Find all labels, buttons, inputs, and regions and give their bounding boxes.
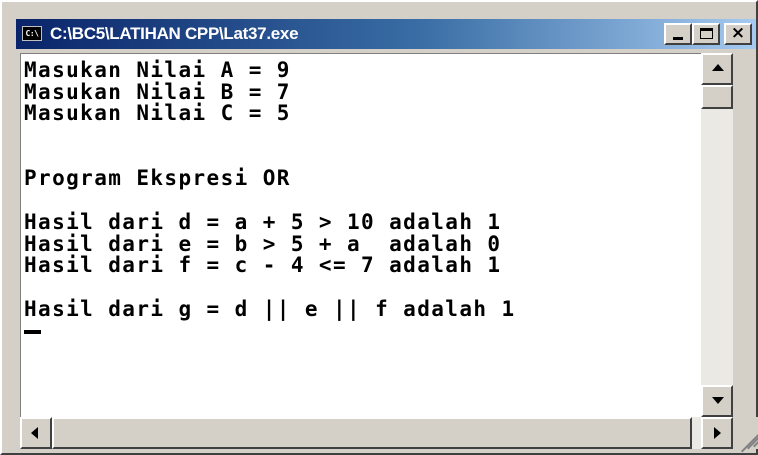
scroll-left-button[interactable] [20,417,52,449]
console-line: Hasil dari f = c - 4 <= 7 adalah 1 [24,253,502,278]
window-title: C:\BC5\LATIHAN CPP\Lat37.exe [50,24,299,43]
console-line: Hasil dari d = a + 5 > 10 adalah 1 [24,209,502,234]
arrow-down-icon [712,397,724,404]
scroll-up-button[interactable] [701,53,733,85]
console-line: Masukan Nilai A = 9 [24,58,291,82]
console-line: Hasil dari e = b > 5 + a adalah 0 [24,231,502,256]
console-window: C:\ C:\BC5\LATIHAN CPP\Lat37.exe × Masuk… [0,0,758,455]
console-line: Masukan Nilai B = 7 [24,79,291,104]
maximize-icon [700,28,713,39]
arrow-left-icon [31,427,38,439]
resize-grip-icon[interactable] [733,417,758,453]
console-line: Masukan Nilai C = 5 [24,101,291,126]
console-cursor-line [24,320,516,342]
close-icon: × [730,23,746,43]
text-cursor [24,330,41,335]
scroll-down-button[interactable] [701,385,733,417]
horizontal-scroll-thumb[interactable] [52,417,692,449]
console-app-icon[interactable]: C:\ [22,26,42,41]
console-output-area[interactable]: Masukan Nilai A = 9 Masukan Nilai B = 7 … [20,53,701,417]
vertical-scroll-thumb[interactable] [701,85,733,109]
minimize-icon [673,37,683,40]
maximize-button[interactable] [692,23,720,45]
console-line: Program Ekspresi OR [24,166,291,191]
close-button[interactable]: × [724,23,752,45]
horizontal-scrollbar[interactable] [20,417,733,449]
console-text: Masukan Nilai A = 9 Masukan Nilai B = 7 … [24,58,516,342]
minimize-button[interactable] [664,23,692,45]
arrow-right-icon [714,427,721,439]
title-bar[interactable]: C:\ C:\BC5\LATIHAN CPP\Lat37.exe × [16,19,756,49]
scroll-right-button[interactable] [701,417,733,449]
console-line: Hasil dari g = d || e || f adalah 1 [24,296,516,321]
vertical-scrollbar[interactable] [701,53,733,417]
arrow-up-icon [712,64,724,71]
